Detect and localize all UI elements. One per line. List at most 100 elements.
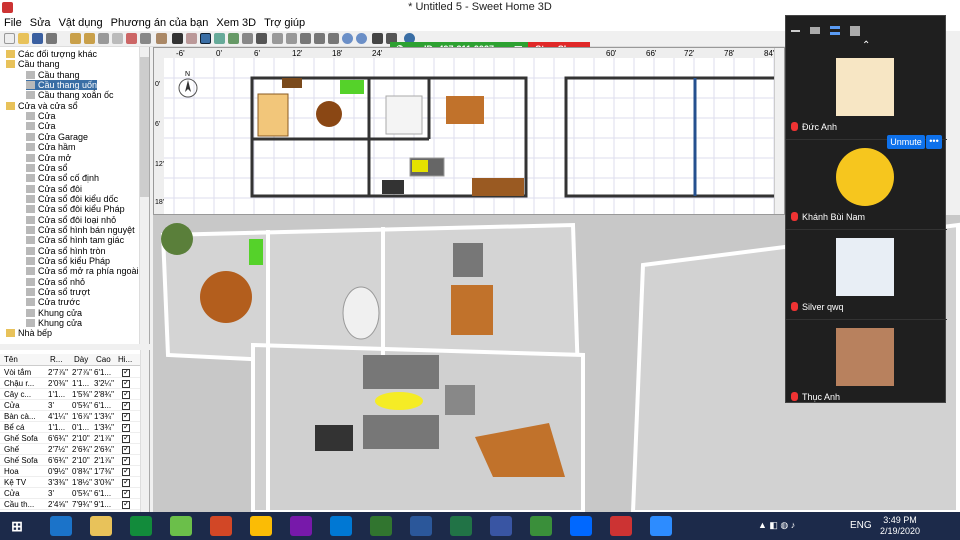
- catalog-item[interactable]: Cửa sổ đôi: [26, 184, 82, 194]
- catalog-item[interactable]: Cửa trước: [26, 297, 80, 307]
- catalog-item[interactable]: Cửa sổ cố định: [26, 173, 99, 183]
- taskbar-app-icon[interactable]: [90, 516, 112, 536]
- col-depth[interactable]: Dày: [74, 355, 88, 364]
- furniture-list-scrollbar[interactable]: [140, 350, 149, 512]
- taskbar-app-icon[interactable]: [370, 516, 392, 536]
- preferences-icon[interactable]: [46, 33, 57, 44]
- participant-tile[interactable]: Đức Anh: [786, 52, 947, 140]
- visible-checkbox[interactable]: [122, 457, 130, 465]
- save-icon[interactable]: [32, 33, 43, 44]
- zoom-out-icon[interactable]: [356, 33, 367, 44]
- taskbar-app-icon[interactable]: [450, 516, 472, 536]
- visible-checkbox[interactable]: [122, 402, 130, 410]
- furniture-row[interactable]: Ghế 2'7½" 2'6¾" 2'6¾": [0, 445, 140, 455]
- col-height[interactable]: Cao: [96, 355, 111, 364]
- more-options-button[interactable]: •••: [926, 135, 942, 149]
- catalog-item[interactable]: Cửa mở: [26, 153, 71, 163]
- rotate-icon[interactable]: [272, 33, 283, 44]
- furniture-row[interactable]: Bể cá 1'1... 0'1... 1'3¾": [0, 423, 140, 433]
- taskbar-app-icon[interactable]: [210, 516, 232, 536]
- catalog-item[interactable]: Cửa sổ nhỏ: [26, 277, 85, 287]
- menu-file[interactable]: File: [0, 15, 26, 31]
- menu-furniture[interactable]: Vật dụng: [55, 15, 107, 31]
- catalog-item[interactable]: Cửa sổ đôi kiểu Pháp: [26, 204, 125, 214]
- taskbar-app-icon[interactable]: [170, 516, 192, 536]
- furniture-row[interactable]: Kệ TV 3'3⅜" 1'8½" 3'0⅜": [0, 478, 140, 488]
- text-size-icon[interactable]: [314, 33, 325, 44]
- catalog-item[interactable]: Cửa Garage: [26, 132, 88, 142]
- redo-icon[interactable]: [84, 33, 95, 44]
- furniture-row[interactable]: Ghế Sofa 6'6¾" 2'10" 2'1⅞": [0, 434, 140, 444]
- visible-checkbox[interactable]: [122, 391, 130, 399]
- catalog-item[interactable]: Cửa hầm: [26, 142, 76, 152]
- catalog-item[interactable]: Cầu thang xoắn ốc: [26, 90, 114, 100]
- furniture-row[interactable]: Chậu r... 2'0⅜" 1'1... 3'2¼": [0, 379, 140, 389]
- visible-checkbox[interactable]: [122, 369, 130, 377]
- catalog-item[interactable]: Khung cửa: [26, 318, 82, 328]
- visible-checkbox[interactable]: [122, 435, 130, 443]
- visible-checkbox[interactable]: [122, 501, 130, 509]
- thumbnail-view-icon[interactable]: [830, 26, 840, 35]
- visible-checkbox[interactable]: [122, 413, 130, 421]
- create-dimensions-icon[interactable]: [242, 33, 253, 44]
- catalog-item[interactable]: Cầu thang uốn: [26, 80, 98, 91]
- taskbar-app-icon[interactable]: [530, 516, 552, 536]
- navigation-arrows-icon[interactable]: [161, 223, 193, 255]
- catalog-item[interactable]: Cửa sổ: [26, 163, 68, 173]
- catalog-category[interactable]: Cầu thang: [6, 59, 60, 69]
- participant-tile[interactable]: Khánh Bùi Nam: [786, 142, 947, 230]
- catalog-item[interactable]: Cửa sổ đôi loại nhỏ: [26, 215, 116, 225]
- taskbar-app-icon[interactable]: [490, 516, 512, 536]
- furniture-row[interactable]: Ghế Sofa 6'6¾" 2'10" 2'1⅞": [0, 456, 140, 466]
- catalog-item[interactable]: Cửa sổ hình bán nguyệt: [26, 225, 135, 235]
- paste-icon[interactable]: [140, 33, 151, 44]
- catalog-category[interactable]: Cửa và cửa sổ: [6, 101, 78, 111]
- gallery-view-icon[interactable]: [850, 26, 860, 36]
- col-width[interactable]: R...: [50, 355, 62, 364]
- add-furniture-icon[interactable]: [156, 33, 167, 44]
- taskbar-app-icon[interactable]: [250, 516, 272, 536]
- language-indicator[interactable]: ENG: [850, 520, 872, 531]
- speaker-view-icon[interactable]: [810, 27, 820, 34]
- menu-edit[interactable]: Sửa: [26, 15, 55, 31]
- furniture-row[interactable]: Hoa 0'9½" 0'8¾" 1'7⅜": [0, 467, 140, 477]
- furniture-row[interactable]: Vòi tắm 2'7⅞" 2'7⅞" 6'1...: [0, 368, 140, 378]
- visible-checkbox[interactable]: [122, 424, 130, 432]
- visible-checkbox[interactable]: [122, 479, 130, 487]
- clock[interactable]: 3:49 PM 2/19/2020: [880, 515, 920, 537]
- taskbar-app-icon[interactable]: [290, 516, 312, 536]
- furniture-row[interactable]: Cửa 3' 0'5¾" 6'1...: [0, 401, 140, 411]
- create-polylines-icon[interactable]: [228, 33, 239, 44]
- tray-icons[interactable]: ▲ ◧ ◍ ♪: [758, 520, 795, 531]
- bold-icon[interactable]: [328, 33, 339, 44]
- catalog-item[interactable]: Khung cửa: [26, 308, 82, 318]
- visible-checkbox[interactable]: [122, 446, 130, 454]
- taskbar-app-icon[interactable]: [50, 516, 72, 536]
- select-mode-icon[interactable]: [172, 33, 183, 44]
- undo-icon[interactable]: [70, 33, 81, 44]
- taskbar-app-icon[interactable]: [610, 516, 632, 536]
- taskbar-app-icon[interactable]: [410, 516, 432, 536]
- catalog-item[interactable]: Cửa sổ mở ra phía ngoài: [26, 266, 138, 276]
- minimize-icon[interactable]: [791, 30, 800, 32]
- menu-3d-view[interactable]: Xem 3D: [212, 15, 260, 31]
- furniture-row[interactable]: Cửa 3' 0'5¾" 6'1...: [0, 489, 140, 499]
- participant-tile[interactable]: Thục Anh: [786, 322, 947, 410]
- catalog-item[interactable]: Cửa: [26, 121, 56, 131]
- menu-help[interactable]: Trợ giúp: [260, 15, 309, 31]
- delete-icon[interactable]: [126, 33, 137, 44]
- furniture-row[interactable]: Cây c... 1'1... 1'5⅜" 2'8¾": [0, 390, 140, 400]
- create-rooms-icon[interactable]: [214, 33, 225, 44]
- catalog-item[interactable]: Cửa sổ kiểu Pháp: [26, 256, 110, 266]
- col-name[interactable]: Tên: [4, 355, 18, 364]
- open-folder-icon[interactable]: [18, 33, 29, 44]
- taskbar-app-icon[interactable]: [650, 516, 672, 536]
- add-text-icon[interactable]: [256, 33, 267, 44]
- collapse-chevron-icon[interactable]: ⌃: [862, 40, 870, 51]
- zoom-in-icon[interactable]: [342, 33, 353, 44]
- unmute-button[interactable]: Unmute: [887, 135, 925, 149]
- pan-mode-icon[interactable]: [186, 33, 197, 44]
- create-walls-icon[interactable]: [200, 33, 211, 44]
- col-visible[interactable]: Hi...: [118, 355, 132, 364]
- taskbar-app-icon[interactable]: [330, 516, 352, 536]
